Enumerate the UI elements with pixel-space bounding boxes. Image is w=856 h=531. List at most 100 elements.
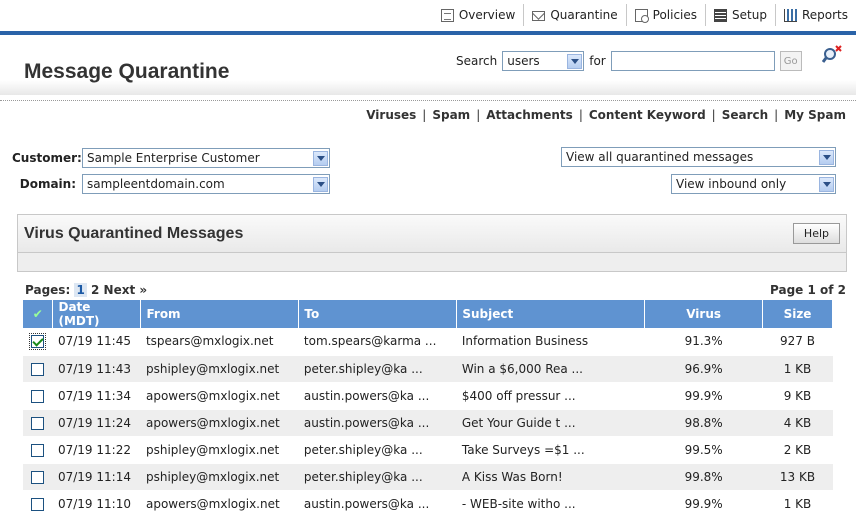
overview-icon — [440, 8, 454, 22]
page-indicator: Page 1 of 2 — [770, 283, 846, 297]
cell-size: 927 B — [762, 328, 833, 356]
cell-from[interactable]: apowers@mxlogix.net — [140, 490, 299, 518]
column-size[interactable]: Size — [762, 300, 833, 328]
tab-policies[interactable]: Policies — [625, 4, 705, 26]
cell-virus: 99.9% — [644, 490, 763, 518]
link-content-keyword[interactable]: Content Keyword — [589, 108, 706, 122]
pagination: Pages: 1 2 Next » — [25, 283, 147, 297]
next-page-link[interactable]: Next » — [104, 283, 148, 297]
column-date[interactable]: Date (MDT) — [52, 300, 142, 328]
messages-table: ✔ Date (MDT) From To Subject Virus Size … — [23, 300, 833, 518]
policies-icon — [634, 8, 649, 23]
link-spam[interactable]: Spam — [432, 108, 470, 122]
cell-from[interactable]: apowers@mxlogix.net — [140, 382, 299, 410]
table-header-row: ✔ Date (MDT) From To Subject Virus Size — [23, 300, 833, 328]
pages-label: Pages: — [25, 283, 71, 297]
tab-quarantine[interactable]: Quarantine — [523, 4, 625, 26]
cell-from[interactable]: pshipley@mxlogix.net — [140, 436, 299, 464]
separator: | — [774, 108, 779, 122]
link-my-spam[interactable]: My Spam — [784, 108, 846, 122]
search-input[interactable] — [610, 51, 775, 71]
column-subject[interactable]: Subject — [456, 300, 646, 328]
page-1-link[interactable]: 1 — [74, 283, 87, 297]
page-title: Message Quarantine — [24, 60, 230, 83]
customer-value: Sample Enterprise Customer — [87, 151, 260, 165]
cell-subject[interactable]: A Kiss Was Born! — [456, 463, 645, 491]
domain-filter: Domain: sampleentdomain.com — [12, 174, 330, 194]
cell-virus: 96.9% — [644, 355, 763, 383]
checkbox-cell — [23, 382, 53, 410]
row-checkbox[interactable] — [31, 470, 45, 484]
cell-size: 2 KB — [762, 436, 833, 464]
category-links: Viruses | Spam | Attachments | Content Keyword… — [366, 108, 846, 122]
link-viruses[interactable]: Viruses — [366, 108, 416, 122]
cell-to[interactable]: peter.shipley@ka ... — [298, 463, 457, 491]
view-direction-select[interactable]: View inbound only — [671, 174, 836, 194]
table-row[interactable]: 07/19 11:14 pshipley@mxlogix.net peter.shi… — [23, 463, 833, 491]
cell-to[interactable]: austin.powers@ka ... — [298, 382, 457, 410]
cell-to[interactable]: peter.shipley@ka ... — [298, 436, 457, 464]
cell-date: 07/19 11:45 — [52, 328, 141, 356]
cell-to[interactable]: austin.powers@ka ... — [298, 409, 457, 437]
cell-to[interactable]: tom.spears@karma ... — [298, 328, 457, 356]
row-checkbox[interactable] — [31, 416, 45, 430]
panel-header: Virus Quarantined Messages Help — [18, 215, 846, 253]
help-button[interactable]: Help — [792, 223, 840, 244]
cell-subject[interactable]: Information Business — [456, 328, 645, 356]
cell-from[interactable]: tspears@mxlogix.net — [140, 328, 299, 356]
link-search[interactable]: Search — [722, 108, 768, 122]
go-button[interactable]: Go — [779, 51, 802, 71]
tab-label: Setup — [732, 8, 767, 22]
column-from[interactable]: From — [140, 300, 300, 328]
cell-from[interactable]: pshipley@mxlogix.net — [140, 355, 299, 383]
advanced-search-icon[interactable] — [822, 45, 842, 65]
select-all-checkbox[interactable]: ✔ — [23, 300, 54, 328]
row-checkbox[interactable] — [31, 389, 45, 403]
table-row[interactable]: 07/19 11:10 apowers@mxlogix.net austin.pow… — [23, 490, 833, 518]
cell-date: 07/19 11:24 — [52, 409, 141, 437]
table-row[interactable]: 07/19 11:24 apowers@mxlogix.net austin.pow… — [23, 409, 833, 437]
focus-ring — [29, 332, 47, 350]
cell-subject[interactable]: Win a $6,000 Rea ... — [456, 355, 645, 383]
tab-label: Quarantine — [550, 8, 618, 22]
cell-from[interactable]: pshipley@mxlogix.net — [140, 463, 299, 491]
quarantine-panel: Virus Quarantined Messages Help — [17, 214, 847, 272]
row-checkbox[interactable] — [31, 443, 45, 457]
view-messages-select[interactable]: View all quarantined messages — [561, 147, 836, 167]
table-body: 07/19 11:45 tspears@mxlogix.net tom.spears… — [23, 328, 833, 518]
link-attachments[interactable]: Attachments — [486, 108, 573, 122]
page-2-link[interactable]: 2 — [91, 283, 99, 297]
tab-setup[interactable]: Setup — [705, 4, 775, 26]
checkbox-cell — [23, 355, 53, 383]
cell-to[interactable]: austin.powers@ka ... — [298, 490, 457, 518]
mail-icon — [532, 11, 546, 21]
domain-select[interactable]: sampleentdomain.com — [82, 174, 330, 194]
cell-subject[interactable]: $400 off pressur ... — [456, 382, 645, 410]
tab-reports[interactable]: Reports — [774, 4, 856, 26]
table-row[interactable]: 07/19 11:22 pshipley@mxlogix.net peter.shi… — [23, 436, 833, 464]
row-checkbox[interactable] — [31, 497, 45, 511]
table-row[interactable]: 07/19 11:43 pshipley@mxlogix.net peter.shi… — [23, 355, 833, 383]
column-to[interactable]: To — [298, 300, 458, 328]
cell-subject[interactable]: Take Surveys =$1 ... — [456, 436, 645, 464]
row-checkbox[interactable] — [31, 334, 45, 348]
search-label: Search — [456, 54, 498, 68]
cell-subject[interactable]: - WEB-site witho ... — [456, 490, 645, 518]
table-row[interactable]: 07/19 11:45 tspears@mxlogix.net tom.spears… — [23, 328, 833, 356]
checkbox-cell — [23, 436, 53, 464]
column-virus[interactable]: Virus — [644, 300, 764, 328]
cell-size: 4 KB — [762, 409, 833, 437]
tab-label: Policies — [652, 8, 698, 22]
table-row[interactable]: 07/19 11:34 apowers@mxlogix.net austin.pow… — [23, 382, 833, 410]
tab-overview[interactable]: Overview — [433, 4, 524, 26]
cell-subject[interactable]: Get Your Guide t ... — [456, 409, 645, 437]
search-field-select[interactable]: users — [502, 51, 585, 71]
cell-to[interactable]: peter.shipley@ka ... — [298, 355, 457, 383]
domain-label: Domain: — [19, 177, 76, 191]
chevron-down-icon — [819, 149, 834, 165]
cell-date: 07/19 11:43 — [52, 355, 141, 383]
cell-from[interactable]: apowers@mxlogix.net — [140, 409, 299, 437]
row-checkbox[interactable] — [31, 362, 45, 376]
cell-date: 07/19 11:10 — [52, 490, 141, 518]
customer-select[interactable]: Sample Enterprise Customer — [82, 148, 330, 168]
